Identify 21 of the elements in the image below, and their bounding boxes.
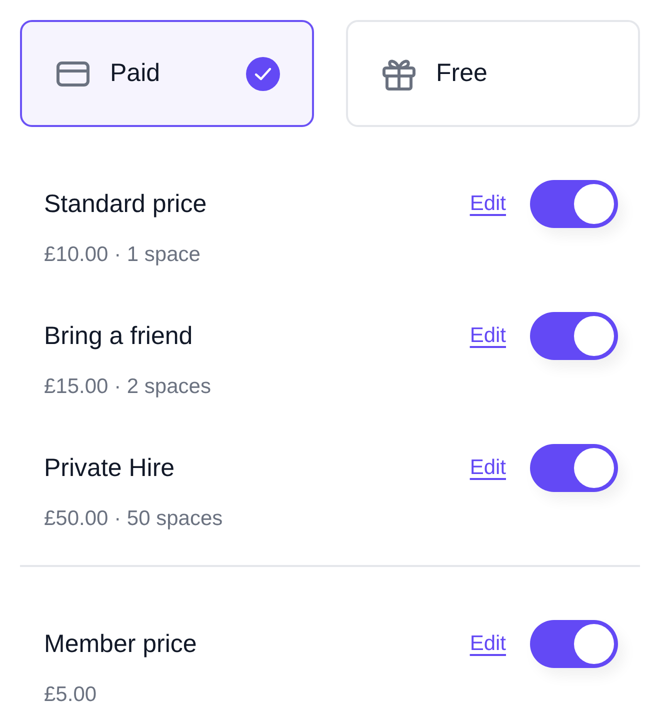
gift-icon xyxy=(382,56,416,90)
price-detail: £5.00 xyxy=(44,682,97,708)
price-title: Member price xyxy=(44,629,197,660)
checkmark-icon xyxy=(246,56,280,90)
pricing-option[interactable]: Paid xyxy=(20,20,314,127)
credit-card-icon xyxy=(56,60,90,86)
price-title: Standard price xyxy=(44,189,207,220)
price-detail: £15.00 · 2 spaces xyxy=(44,374,211,400)
price-detail: £10.00 · 1 space xyxy=(44,242,200,268)
pricing-option[interactable]: Free xyxy=(346,20,640,127)
toggle-switch[interactable] xyxy=(530,312,618,360)
toggle-switch[interactable] xyxy=(530,180,618,228)
edit-link[interactable]: Edit xyxy=(470,454,506,482)
edit-link[interactable]: Edit xyxy=(470,630,506,658)
edit-link[interactable]: Edit xyxy=(470,190,506,218)
price-detail: £50.00 · 50 spaces xyxy=(44,506,223,532)
price-title: Bring a friend xyxy=(44,321,193,352)
toggle-switch[interactable] xyxy=(530,444,618,492)
edit-link[interactable]: Edit xyxy=(470,322,506,350)
toggle-switch[interactable] xyxy=(530,620,618,668)
price-title: Private Hire xyxy=(44,453,175,484)
